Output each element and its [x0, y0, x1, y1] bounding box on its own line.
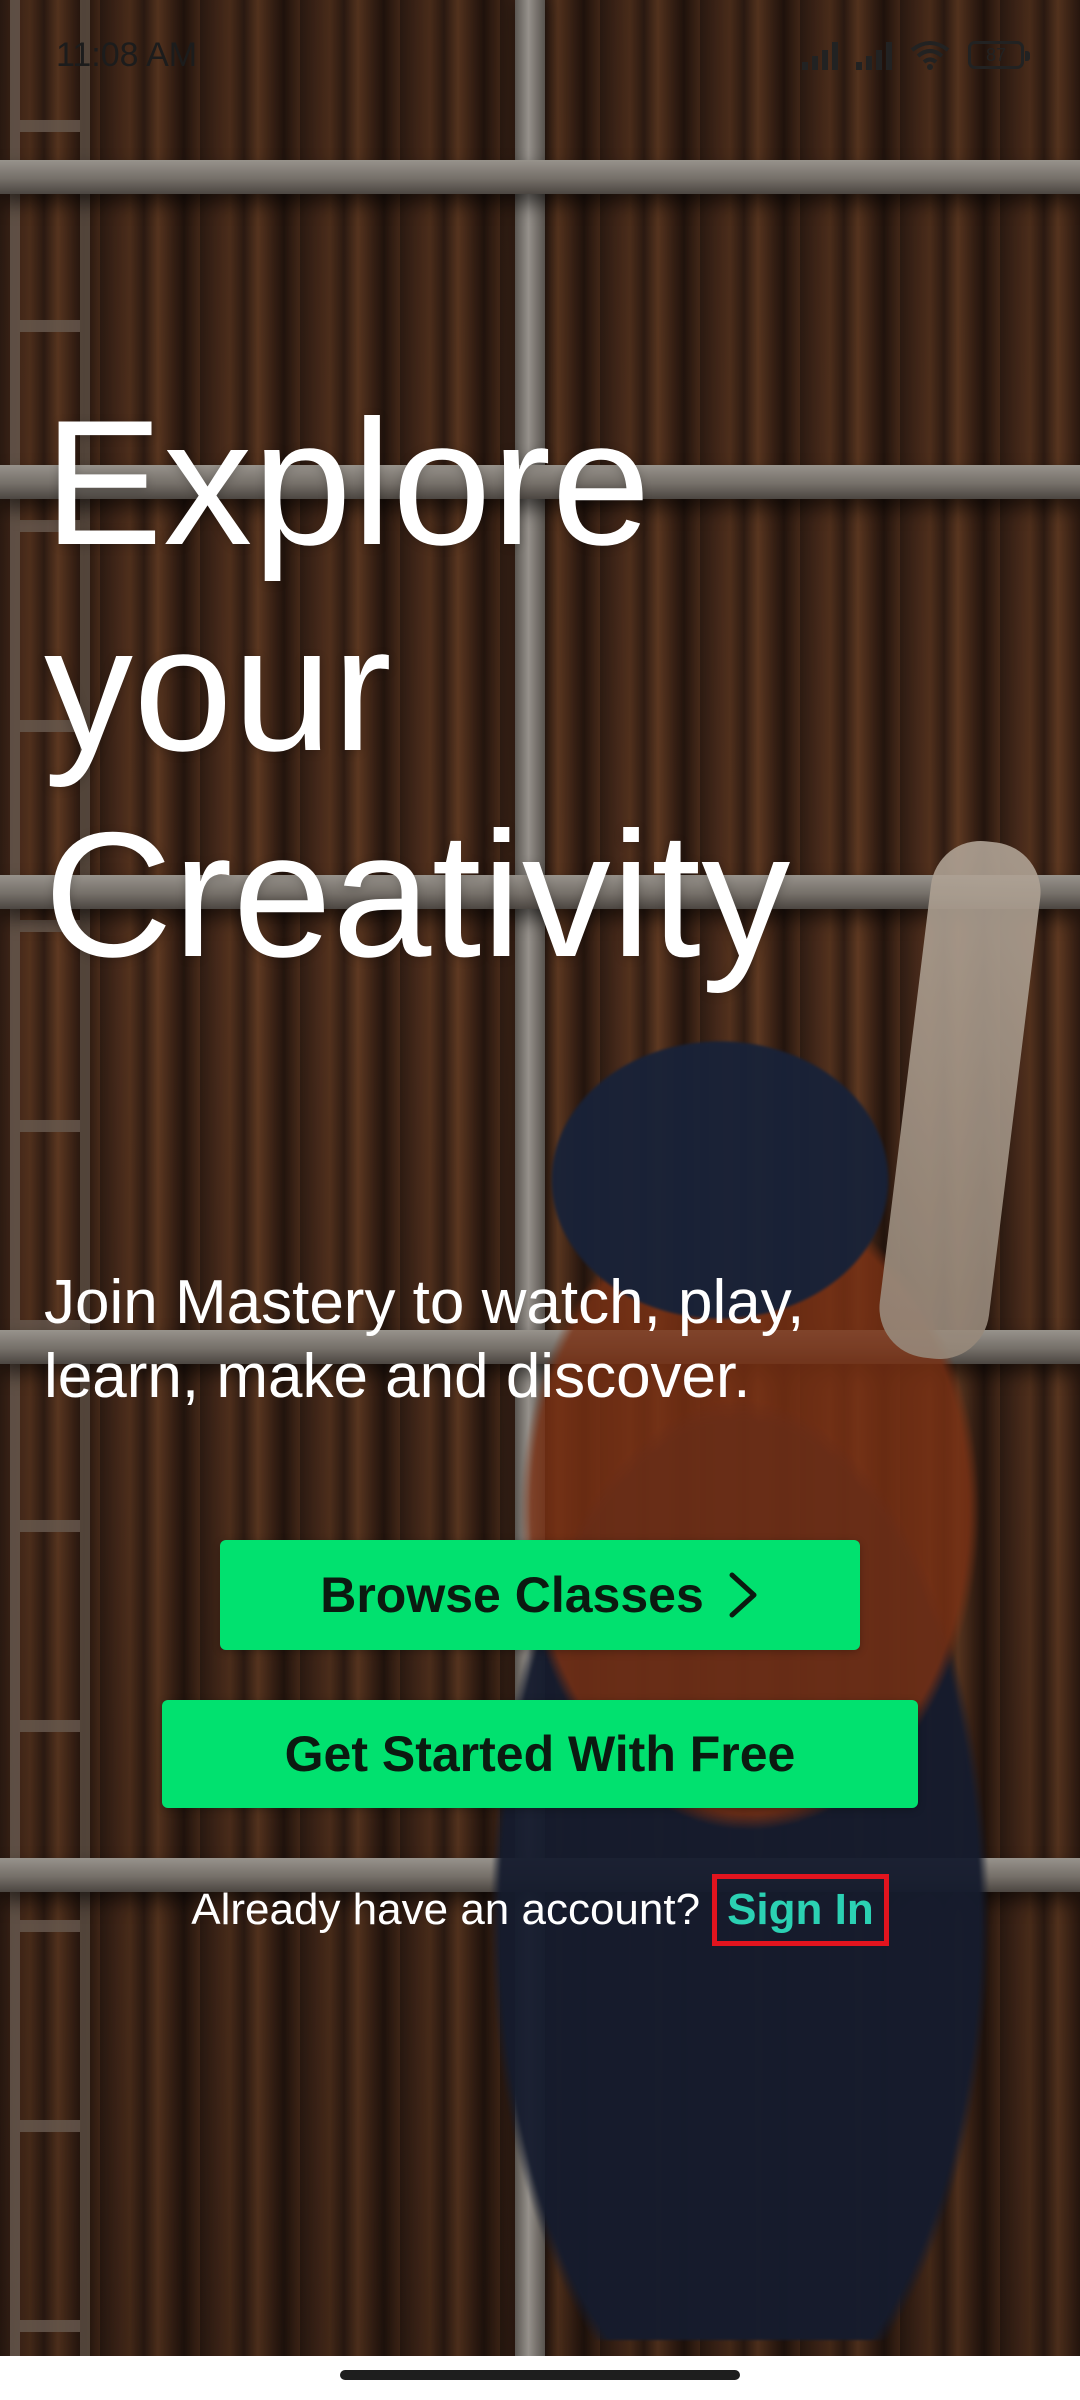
background-overlay: [0, 0, 1080, 2400]
hero-title-line: your: [44, 589, 393, 788]
home-indicator[interactable]: [340, 2370, 740, 2380]
signal-icon: [856, 40, 892, 70]
hero-title: Explore your Creativity: [44, 380, 1024, 998]
browse-classes-button[interactable]: Browse Classes: [220, 1540, 860, 1650]
browse-classes-label: Browse Classes: [320, 1567, 704, 1623]
hero-title-line: Explore: [44, 383, 652, 582]
subtitle-line: learn, make and discover.: [44, 1342, 751, 1411]
hero-title-line: Creativity: [44, 795, 791, 994]
battery-icon: 87: [968, 41, 1030, 69]
status-bar: 11:08 AM 87: [0, 0, 1080, 110]
chevron-right-icon: [729, 1572, 757, 1618]
hero-subtitle: Join Mastery to watch, play, learn, make…: [44, 1266, 1004, 1414]
onboarding-screen: 11:08 AM 87 Explore your Creativity Join…: [0, 0, 1080, 2400]
battery-level: 87: [985, 45, 1007, 65]
get-started-label: Get Started With Free: [284, 1726, 796, 1782]
status-time: 11:08 AM: [56, 35, 198, 74]
signin-prompt: Already have an account?: [191, 1885, 701, 1934]
signal-icon: [802, 40, 838, 70]
status-icons: 87: [802, 40, 1030, 70]
signin-row: Already have an account? Sign In: [0, 1870, 1080, 1950]
get-started-free-button[interactable]: Get Started With Free: [162, 1700, 918, 1808]
subtitle-line: Join Mastery to watch, play,: [44, 1268, 805, 1337]
sign-in-link[interactable]: Sign In: [712, 1874, 889, 1946]
wifi-icon: [910, 41, 950, 70]
